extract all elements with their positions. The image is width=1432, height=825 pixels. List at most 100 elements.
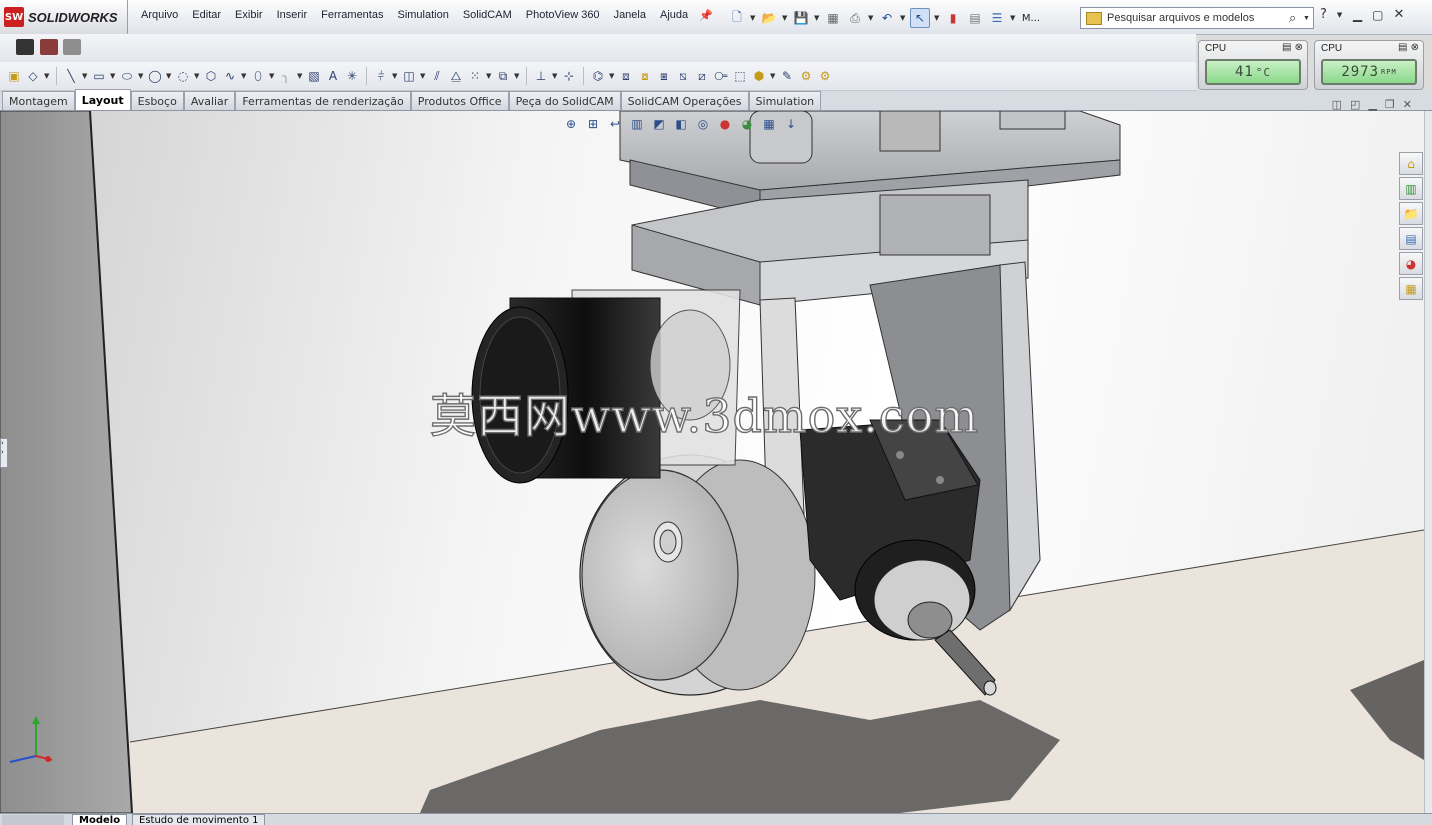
chevron-down-icon[interactable]: ▼ xyxy=(1010,14,1016,22)
menu-janela[interactable]: Janela xyxy=(607,9,653,22)
open-folder-icon[interactable]: 📂 xyxy=(760,9,778,27)
chevron-down-icon[interactable]: ▼ xyxy=(241,72,247,80)
save-block-icon[interactable]: ⧃ xyxy=(713,68,729,84)
gear-icon[interactable]: ⚙ xyxy=(817,68,833,84)
plane-icon[interactable]: ▧ xyxy=(306,68,322,84)
trim-icon[interactable]: ⫩ xyxy=(373,68,389,84)
convert-entities-icon[interactable]: ◫ xyxy=(401,68,417,84)
cascade-icon[interactable]: ◰ xyxy=(1350,98,1360,111)
fillet-icon[interactable]: ╮ xyxy=(278,68,294,84)
chevron-down-icon[interactable]: ▼ xyxy=(514,72,520,80)
overflow-menu[interactable]: M... xyxy=(1020,9,1042,27)
record-icon[interactable] xyxy=(63,39,81,55)
edit-block-icon[interactable]: ⧅ xyxy=(675,68,691,84)
scene-icon[interactable]: ◕ xyxy=(738,116,756,132)
belt-chain-icon[interactable]: ⬚ xyxy=(732,68,748,84)
insert-block-icon[interactable]: ⧆ xyxy=(656,68,672,84)
minimize-icon[interactable]: ▁ xyxy=(1353,8,1362,22)
spline-icon[interactable]: ∿ xyxy=(222,68,238,84)
sketch-icon[interactable]: ▣ xyxy=(6,68,22,84)
custom-properties-icon[interactable]: ▦ xyxy=(1399,277,1423,300)
vertical-scrollbar[interactable] xyxy=(1424,111,1432,813)
linear-pattern-icon[interactable]: ⁙ xyxy=(467,68,483,84)
camera-icon[interactable] xyxy=(16,39,34,55)
tab-produtos-office[interactable]: Produtos Office xyxy=(410,91,509,110)
gadget-controls[interactable]: ▤ ⊗ xyxy=(1282,42,1303,53)
menu-arquivo[interactable]: Arquivo xyxy=(134,9,185,22)
cpu-fan-gadget[interactable]: CPU ▤ ⊗ 2973 RPM xyxy=(1314,40,1424,90)
pin-icon[interactable]: 📌 xyxy=(695,9,717,22)
gadget-controls[interactable]: ▤ ⊗ xyxy=(1398,42,1419,53)
print-icon[interactable]: ▦ xyxy=(824,9,842,27)
menu-photoview[interactable]: PhotoView 360 xyxy=(519,9,607,22)
point-icon[interactable]: ✳ xyxy=(344,68,360,84)
search-box[interactable]: Pesquisar arquivos e modelos ⌕ ▼ xyxy=(1080,7,1314,29)
chevron-down-icon[interactable]: ▼ xyxy=(900,14,906,22)
restore-icon[interactable]: ❐ xyxy=(1385,98,1395,111)
ellipse-icon[interactable]: ⬯ xyxy=(250,68,266,84)
tab-estudo-movimento[interactable]: Estudo de movimento 1 xyxy=(132,814,266,825)
menu-editar[interactable]: Editar xyxy=(185,9,228,22)
tab-avaliar[interactable]: Avaliar xyxy=(183,91,236,110)
close-icon[interactable]: ✕ xyxy=(1393,7,1404,22)
view-orientation-icon[interactable]: ◩ xyxy=(650,116,668,132)
restore-icon[interactable]: ▢ xyxy=(1372,8,1383,22)
solidworks-logo[interactable]: SW SOLIDWORKS xyxy=(0,0,128,34)
slot-icon[interactable]: ⬭ xyxy=(119,68,135,84)
screen-capture-icon[interactable] xyxy=(40,39,58,55)
chevron-down-icon[interactable]: ▼ xyxy=(552,72,558,80)
chevron-down-icon[interactable]: ▼ xyxy=(166,72,172,80)
tab-peca-solidcam[interactable]: Peça do SolidCAM xyxy=(508,91,621,110)
chevron-down-icon[interactable]: ▼ xyxy=(782,14,788,22)
save-icon[interactable]: 💾 xyxy=(792,9,810,27)
tab-ferramentas-renderizacao[interactable]: Ferramentas de renderização xyxy=(235,91,411,110)
make-block-icon[interactable]: ⧇ xyxy=(637,68,653,84)
chevron-down-icon[interactable]: ▼ xyxy=(44,72,50,80)
move-entities-icon[interactable]: ⧉ xyxy=(495,68,511,84)
view-palette-icon[interactable]: ▤ xyxy=(1399,227,1423,250)
search-icon[interactable]: ⌕ xyxy=(1289,10,1303,26)
chevron-down-icon[interactable]: ▼ xyxy=(609,72,615,80)
chevron-down-icon[interactable]: ▼ xyxy=(486,72,492,80)
menu-ferramentas[interactable]: Ferramentas xyxy=(314,9,390,22)
mirror-icon[interactable]: ⧋ xyxy=(448,68,464,84)
chevron-down-icon[interactable]: ▼ xyxy=(269,72,275,80)
menu-simulation[interactable]: Simulation xyxy=(390,9,455,22)
chevron-down-icon[interactable]: ▼ xyxy=(750,14,756,22)
circle-icon[interactable]: ◯ xyxy=(147,68,163,84)
tile-icon[interactable]: ◫ xyxy=(1332,98,1342,111)
file-explorer-icon[interactable]: 📁 xyxy=(1399,202,1423,225)
chevron-down-icon[interactable]: ▼ xyxy=(110,72,116,80)
appearance-icon[interactable]: ● xyxy=(716,116,734,132)
menu-solidcam[interactable]: SolidCAM xyxy=(456,9,519,22)
design-library-icon[interactable]: ▥ xyxy=(1399,177,1423,200)
motion-icon[interactable]: ⚙ xyxy=(798,68,814,84)
traffic-light-icon[interactable]: ▮ xyxy=(944,9,962,27)
minimize-icon[interactable]: ▁ xyxy=(1368,98,1376,111)
options-icon[interactable]: ▤ xyxy=(966,9,984,27)
chevron-down-icon[interactable]: ▼ xyxy=(1303,15,1310,22)
undo-icon[interactable]: ↶ xyxy=(878,9,896,27)
view-settings-icon[interactable]: ▦ xyxy=(760,116,778,132)
polygon-icon[interactable]: ⬡ xyxy=(203,68,219,84)
chevron-down-icon[interactable]: ▼ xyxy=(392,72,398,80)
arc-icon[interactable]: ◌ xyxy=(175,68,191,84)
make-part-icon[interactable]: ⬢ xyxy=(751,68,767,84)
zoom-to-fit-icon[interactable]: ⊕ xyxy=(562,116,580,132)
tab-esboco[interactable]: Esboço xyxy=(130,91,184,110)
text-icon[interactable]: A xyxy=(325,68,341,84)
explode-block-icon[interactable]: ⧄ xyxy=(694,68,710,84)
chevron-down-icon[interactable]: ▼ xyxy=(868,14,874,22)
appearances-icon[interactable]: ◕ xyxy=(1399,252,1423,275)
previous-view-icon[interactable]: ↩ xyxy=(606,116,624,132)
cpu-temperature-gadget[interactable]: CPU ▤ ⊗ 41 °C xyxy=(1198,40,1308,90)
chevron-down-icon[interactable]: ▼ xyxy=(420,72,426,80)
smart-dimension-icon[interactable]: ◇ xyxy=(25,68,41,84)
chevron-down-icon[interactable]: ▼ xyxy=(82,72,88,80)
chevron-down-icon[interactable]: ▼ xyxy=(138,72,144,80)
quick-snaps-icon[interactable]: ⊹ xyxy=(561,68,577,84)
zoom-area-icon[interactable]: ⊞ xyxy=(584,116,602,132)
rapid-sketch-icon[interactable]: ⌬ xyxy=(590,68,606,84)
menu-exibir[interactable]: Exibir xyxy=(228,9,270,22)
section-view-icon[interactable]: ▥ xyxy=(628,116,646,132)
